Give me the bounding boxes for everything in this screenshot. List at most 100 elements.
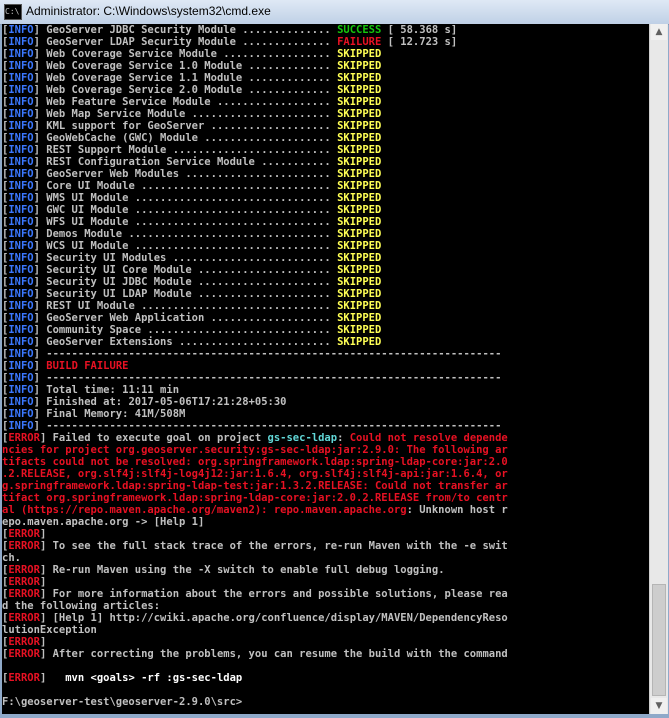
console-line: F:\geoserver-test\geoserver-2.9.0\src> [2, 696, 649, 708]
console-line: [INFO] GeoWebCache (GWC) Module ........… [2, 132, 649, 144]
console-text: ch. [2, 552, 21, 564]
console-line: d the following articles: [2, 600, 649, 612]
console-text: INFO [8, 396, 34, 408]
console-text: : Unknown host r [406, 504, 508, 516]
cmd-icon[interactable]: C:\ [4, 4, 22, 20]
console-text: ERROR [8, 612, 40, 624]
console-line: [INFO] BUILD FAILURE [2, 360, 649, 372]
console-line: [ERROR] Re-run Maven using the -X switch… [2, 564, 649, 576]
console-text: ] --------------------------------------… [33, 348, 502, 360]
console-line: [ERROR] mvn <goals> -rf :gs-sec-ldap [2, 672, 649, 684]
console-text: ] Web Coverage Service 1.1 Module ......… [33, 72, 338, 84]
console-text: ] Community Space ......................… [33, 324, 338, 336]
console-line: [INFO] Total time: 11:11 min [2, 384, 649, 396]
console-text: INFO [8, 72, 34, 84]
cmd-window: C:\ Administrator: C:\Windows\system32\c… [0, 0, 669, 718]
console-text: INFO [8, 300, 34, 312]
console-text: INFO [8, 408, 34, 420]
console-text: ] Failed to execute goal on project [39, 432, 268, 444]
console-text: INFO [8, 48, 34, 60]
console-text: SKIPPED [337, 168, 382, 180]
console-line: [INFO] WFS UI Module ...................… [2, 216, 649, 228]
console-text: ] [39, 672, 66, 684]
console-text: INFO [8, 24, 34, 36]
console-text: ERROR [8, 576, 40, 588]
console-output[interactable]: [INFO] GeoServer JDBC Security Module ..… [2, 24, 649, 714]
console-text: ] GeoServer LDAP Security Module .......… [33, 36, 338, 48]
console-text: SKIPPED [337, 72, 382, 84]
console-text: ] Web Coverage Service 2.0 Module ......… [33, 84, 338, 96]
console-text: INFO [8, 360, 34, 372]
console-line: [ERROR] After correcting the problems, y… [2, 648, 649, 660]
console-line: al (https://repo.maven.apache.org/maven2… [2, 504, 649, 516]
console-text: ] REST Support Module ..................… [33, 144, 338, 156]
console-text: SKIPPED [337, 276, 382, 288]
console-line: [INFO] ---------------------------------… [2, 372, 649, 384]
console-line: [INFO] Community Space .................… [2, 324, 649, 336]
console-text: ] GeoServer Extensions .................… [33, 336, 338, 348]
console-line: [INFO] Final Memory: 41M/508M [2, 408, 649, 420]
console-text: INFO [8, 168, 34, 180]
console-line: [INFO] GeoServer Web Application .......… [2, 312, 649, 324]
console-line: [INFO] Security UI JDBC Module .........… [2, 276, 649, 288]
console-text: INFO [8, 96, 34, 108]
console-text: [ 58.368 s] [381, 24, 458, 36]
console-line: [INFO] GeoServer JDBC Security Module ..… [2, 24, 649, 36]
console-line: [INFO] GWC UI Module ...................… [2, 204, 649, 216]
console-text: INFO [8, 312, 34, 324]
console-text: ] Web Coverage Service 1.0 Module ......… [33, 60, 338, 72]
console-text: Could not resolve depende [349, 432, 508, 444]
console-text: INFO [8, 36, 34, 48]
scrollbar-thumb[interactable] [652, 584, 666, 696]
console-line: [INFO] Security UI Core Module .........… [2, 264, 649, 276]
console-text: ] GeoServer Web Modules ................… [33, 168, 338, 180]
console-line: epo.maven.apache.org -> [Help 1] [2, 516, 649, 528]
console-text: ERROR [8, 588, 40, 600]
console-text: SKIPPED [337, 228, 382, 240]
console-line: [ERROR] [2, 528, 649, 540]
console-text: INFO [8, 336, 34, 348]
console-text: SKIPPED [337, 132, 382, 144]
console-text: INFO [8, 420, 34, 432]
console-line: [INFO] Demos Module ....................… [2, 228, 649, 240]
console-text: INFO [8, 156, 34, 168]
console-line: tifacts could not be resolved: org.sprin… [2, 456, 649, 468]
console-text: ] WFS UI Module ........................… [33, 216, 338, 228]
window-bottom-border [0, 714, 669, 718]
console-text: SKIPPED [337, 336, 382, 348]
console-text: SKIPPED [337, 324, 382, 336]
console-text: ERROR [8, 648, 40, 660]
console-text: g.springframework.ldap:spring-ldap-test:… [2, 480, 508, 492]
console-line: [INFO] REST UI Module ..................… [2, 300, 649, 312]
scroll-up-arrow-icon[interactable]: ▲ [651, 24, 667, 40]
console-text: ncies for project org.geoserver.security… [2, 444, 508, 456]
console-text: ] WCS UI Module ........................… [33, 240, 338, 252]
console-text: INFO [8, 60, 34, 72]
console-text: gs-sec-ldap [267, 432, 338, 444]
console-line: [ERROR] [2, 576, 649, 588]
console-text: INFO [8, 288, 34, 300]
scroll-down-arrow-icon[interactable]: ▼ [651, 698, 667, 714]
console-text: ] WMS UI Module ........................… [33, 192, 338, 204]
console-text: INFO [8, 384, 34, 396]
title-bar[interactable]: C:\ Administrator: C:\Windows\system32\c… [0, 0, 669, 25]
console-text: INFO [8, 372, 34, 384]
console-line: g.springframework.ldap:spring-ldap-test:… [2, 480, 649, 492]
console-text: epo.maven.apache.org -> [Help 1] [2, 516, 205, 528]
console-text: INFO [8, 264, 34, 276]
console-line: [INFO] Security UI LDAP Module .........… [2, 288, 649, 300]
console-line: [INFO] Web Coverage Service Module .....… [2, 48, 649, 60]
console-line: [INFO] GeoServer LDAP Security Module ..… [2, 36, 649, 48]
console-text: INFO [8, 108, 34, 120]
console-line: [INFO] Web Coverage Service 2.0 Module .… [2, 84, 649, 96]
vertical-scrollbar[interactable]: ▲ ▼ [649, 24, 668, 714]
console-text: SKIPPED [337, 264, 382, 276]
console-text: ] [39, 636, 47, 648]
console-text: SKIPPED [337, 252, 382, 264]
console-text: ERROR [8, 528, 40, 540]
console-text: INFO [8, 132, 34, 144]
console-text: SKIPPED [337, 192, 382, 204]
console-line: [INFO] Finished at: 2017-05-06T17:21:28+… [2, 396, 649, 408]
console-text: lutionException [2, 624, 97, 636]
